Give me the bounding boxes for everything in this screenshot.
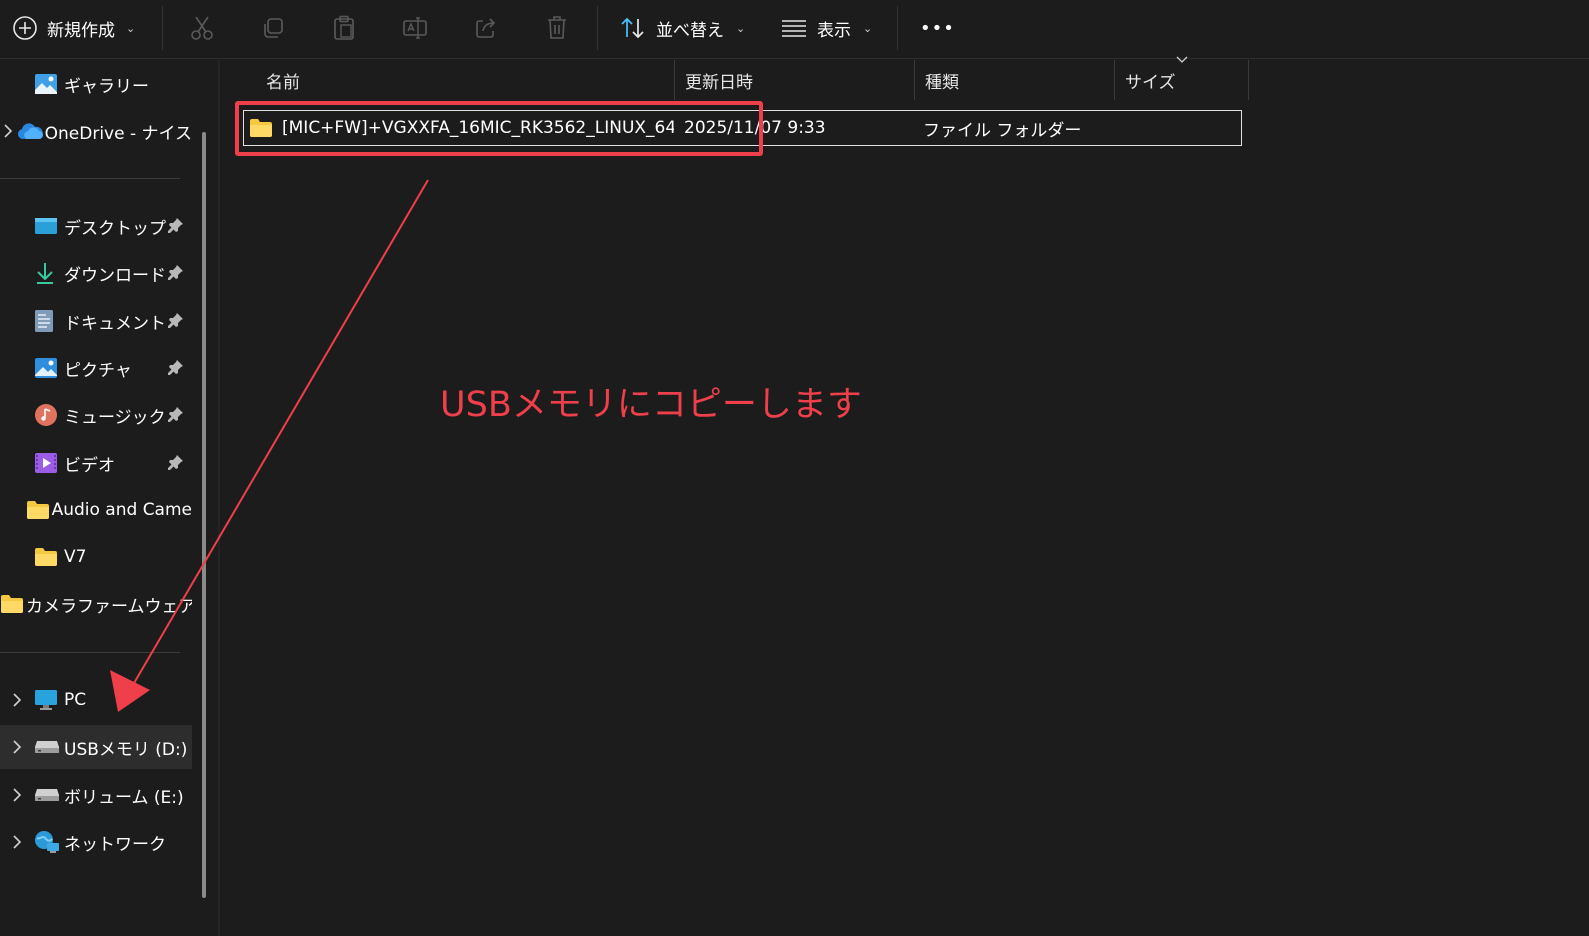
annotation-text: USBメモリにコピーします bbox=[440, 385, 862, 425]
annotation-arrow bbox=[110, 179, 429, 712]
